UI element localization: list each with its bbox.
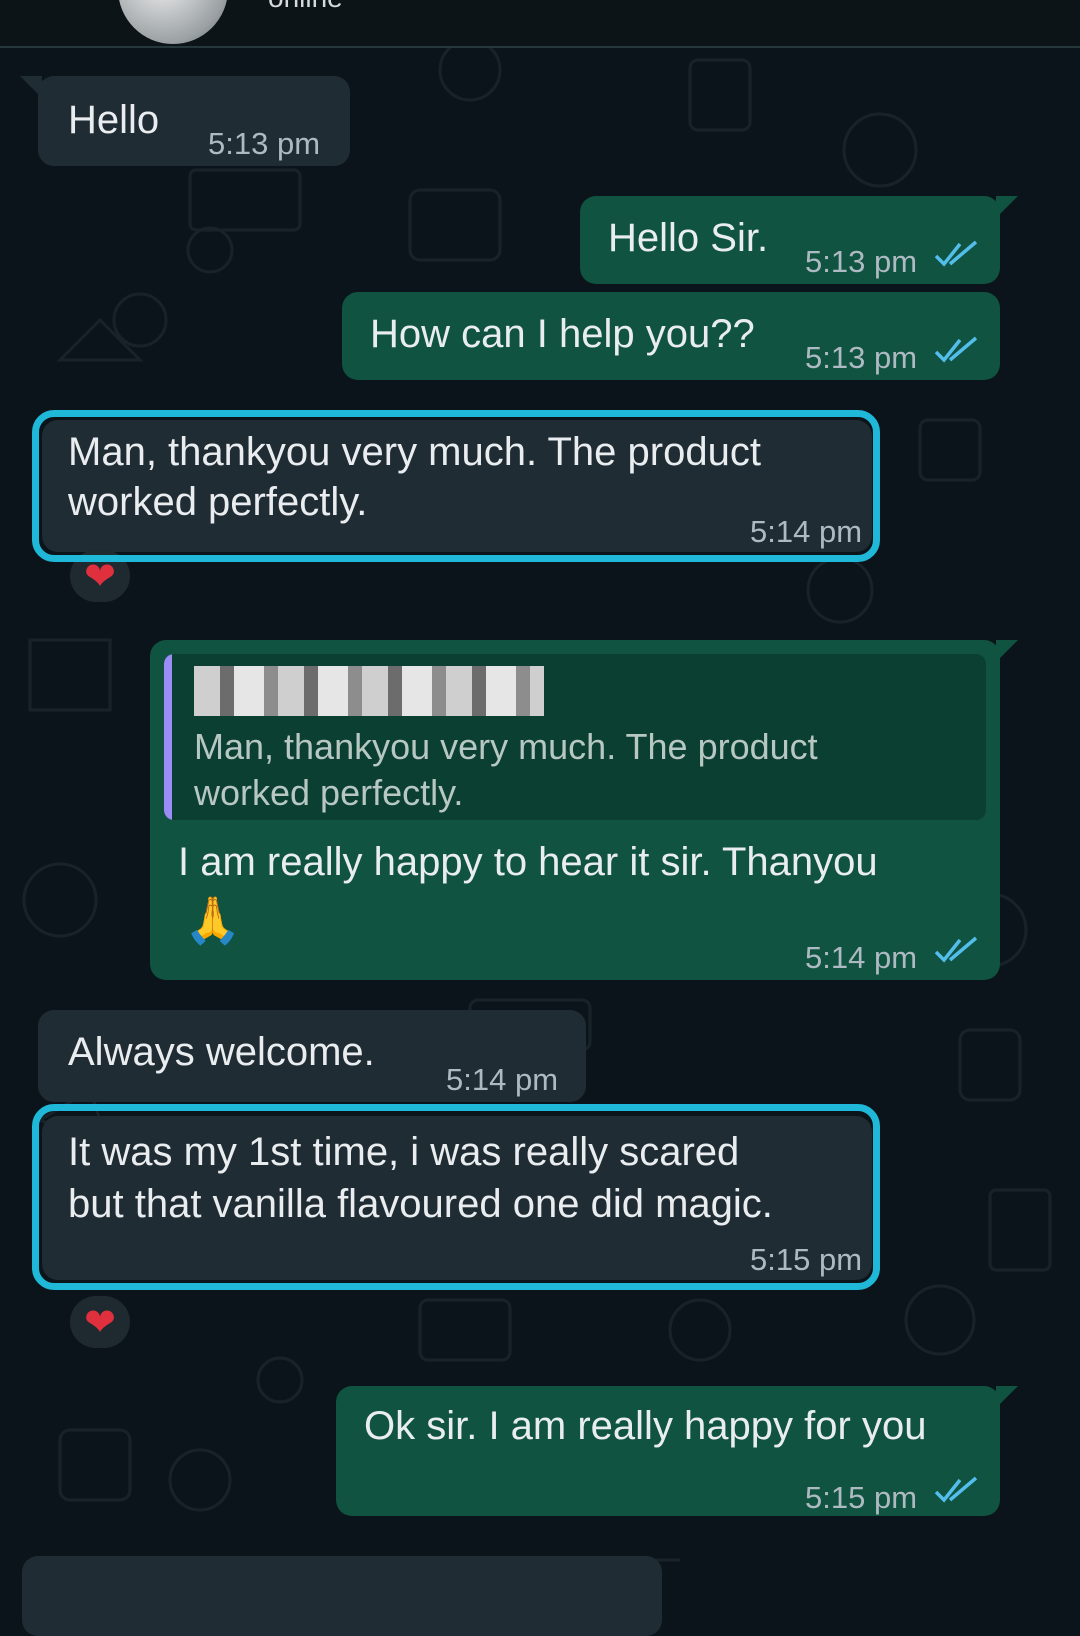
quoted-text: Man, thankyou very much. The product wor… [194, 726, 818, 813]
message-time: 5:15 pm [805, 1480, 918, 1515]
message-incoming[interactable]: Always welcome. 5:14 pm [38, 1010, 586, 1102]
highlight-frame [32, 410, 880, 562]
folded-hands-icon: 🙏 [184, 894, 242, 946]
message-text: Hello [68, 98, 160, 142]
double-check-icon [934, 936, 978, 963]
message-text: Hello Sir. [608, 216, 769, 260]
message-time: 5:14 pm [805, 940, 918, 975]
message-time: 5:13 pm [208, 126, 321, 161]
redacted-sender-name [194, 666, 544, 716]
double-check-icon [934, 1476, 978, 1503]
highlight-frame [32, 1104, 880, 1290]
message-time: 5:14 pm [446, 1062, 559, 1097]
message-outgoing-reply[interactable]: Man, thankyou very much. The product wor… [150, 640, 1018, 980]
message-text: Ok sir. I am really happy for you [364, 1404, 927, 1448]
message-text: I am really happy to hear it sir. Thanyo… [178, 840, 878, 884]
message-incoming[interactable]: Hello 5:13 pm [20, 76, 350, 166]
message-outgoing[interactable]: Ok sir. I am really happy for you 5:15 p… [336, 1386, 1018, 1516]
contact-status: online [268, 0, 343, 14]
chat-header: online [0, 0, 1080, 48]
message-time: 5:13 pm [805, 244, 918, 279]
double-check-icon [934, 336, 978, 363]
quoted-message[interactable]: Man, thankyou very much. The product wor… [164, 654, 986, 820]
message-text: Always welcome. [68, 1030, 375, 1074]
message-outgoing[interactable]: Hello Sir. 5:13 pm [580, 196, 1018, 284]
double-check-icon [934, 240, 978, 267]
contact-avatar[interactable] [118, 0, 228, 44]
message-text: How can I help you?? [370, 312, 755, 356]
message-outgoing[interactable]: How can I help you?? 5:13 pm [342, 292, 1000, 380]
message-incoming-partial[interactable] [22, 1556, 662, 1636]
message-time: 5:13 pm [805, 340, 918, 375]
heart-reaction[interactable]: ❤ [70, 1296, 130, 1348]
